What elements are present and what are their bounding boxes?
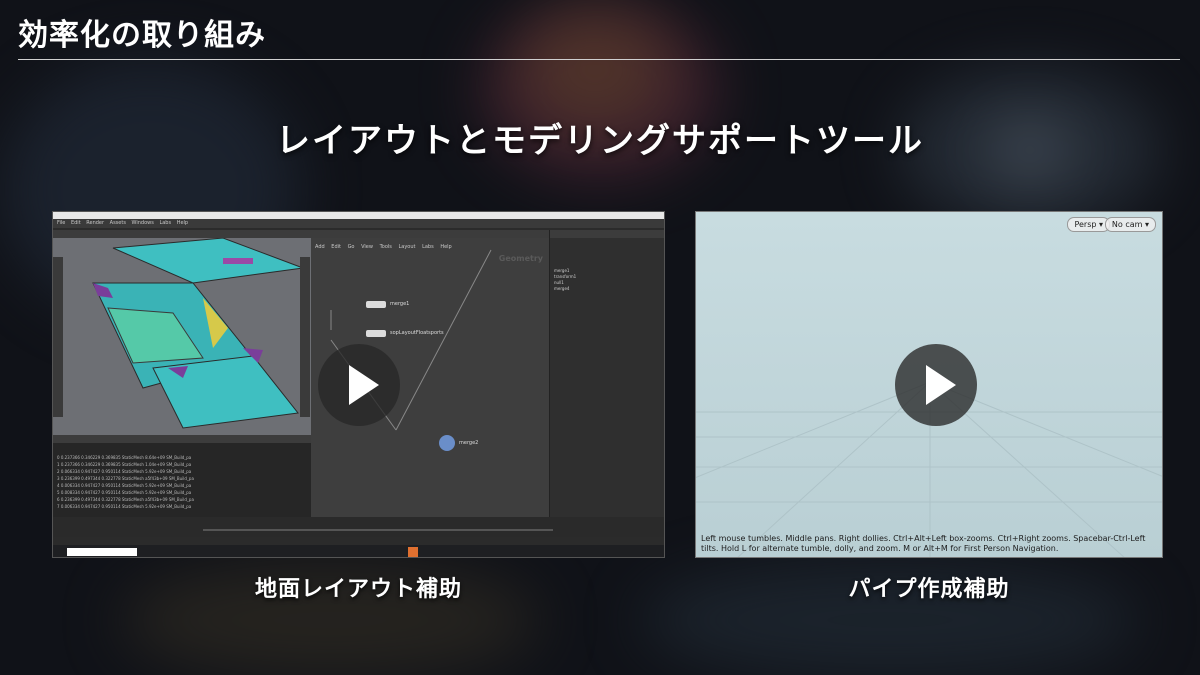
menu-item: Windows	[131, 220, 154, 226]
table-row: 6 0.236399 0.497344 0.322778 StaticMesh …	[57, 497, 194, 502]
floor-layout-render	[92, 237, 304, 429]
slide-subtitle: レイアウトとモデリングサポートツール	[276, 121, 924, 161]
table-row: 1 0.237366 0.346229 0.369835 StaticMesh …	[57, 462, 192, 467]
timeline-bar	[53, 517, 664, 537]
camera-menu[interactable]: No cam ▾	[1104, 217, 1156, 232]
slide-heading: 効率化の取り組み	[18, 18, 266, 53]
node-label: sopLayoutFloatsports	[390, 330, 444, 336]
caption-pipe-creation: パイプ作成補助	[848, 577, 1010, 602]
slide-header: 効率化の取り組み	[0, 0, 1200, 60]
menu-item: Labs	[159, 220, 172, 226]
menu-item: File	[57, 220, 66, 226]
video-ground-layout[interactable]: File Edit Render Assets Windows Labs Hel…	[52, 211, 665, 558]
scene-viewport	[53, 237, 311, 435]
menu-item: Help	[176, 220, 189, 226]
play-button[interactable]	[318, 344, 400, 426]
caption-ground-layout: 地面レイアウト補助	[254, 577, 462, 602]
menu-item: Edit	[70, 220, 81, 226]
left-toolbar	[53, 257, 63, 417]
window-titlebar	[53, 212, 664, 219]
menu-item: Render	[86, 220, 105, 226]
node-merge1[interactable]	[366, 301, 386, 308]
param-row: merge4	[554, 286, 570, 291]
node-layout[interactable]	[366, 330, 386, 337]
table-row: 0 0.237366 0.346229 0.369835 StaticMesh …	[57, 455, 192, 460]
presentation-slide: 効率化の取り組み レイアウトとモデリングサポートツール File Edit Re…	[0, 0, 1200, 675]
node-merge2[interactable]	[439, 435, 455, 451]
right-toolbar	[300, 257, 310, 417]
table-row: 4 0.006334 0.947427 0.950114 StaticMesh …	[57, 483, 192, 488]
table-row: 7 0.006334 0.947427 0.950114 StaticMesh …	[57, 504, 192, 509]
os-taskbar	[53, 545, 664, 557]
viewport-tabs	[53, 230, 311, 238]
table-row: 5 0.008334 0.947427 0.950114 StaticMesh …	[57, 490, 192, 495]
video-pipe-creation[interactable]: Persp ▾ No cam ▾ Left mouse tumbles. Mid…	[695, 211, 1163, 558]
node-label: merge2	[459, 440, 479, 446]
heading-divider	[18, 59, 1180, 60]
app-menubar: File Edit Render Assets Windows Labs Hel…	[53, 219, 664, 228]
node-label: merge1	[390, 301, 410, 307]
table-row: 3 0.236399 0.497344 0.322778 StaticMesh …	[57, 476, 194, 481]
navigation-hint: Left mouse tumbles. Middle pans. Right d…	[701, 534, 1146, 553]
perspective-menu[interactable]: Persp ▾	[1067, 217, 1110, 232]
parameter-pane: merge1 transform1 null1 merge4	[549, 230, 664, 532]
menu-item: Assets	[109, 220, 126, 226]
play-button[interactable]	[895, 344, 977, 426]
table-row: 2 0.066334 0.947427 0.950114 StaticMesh …	[57, 469, 192, 474]
